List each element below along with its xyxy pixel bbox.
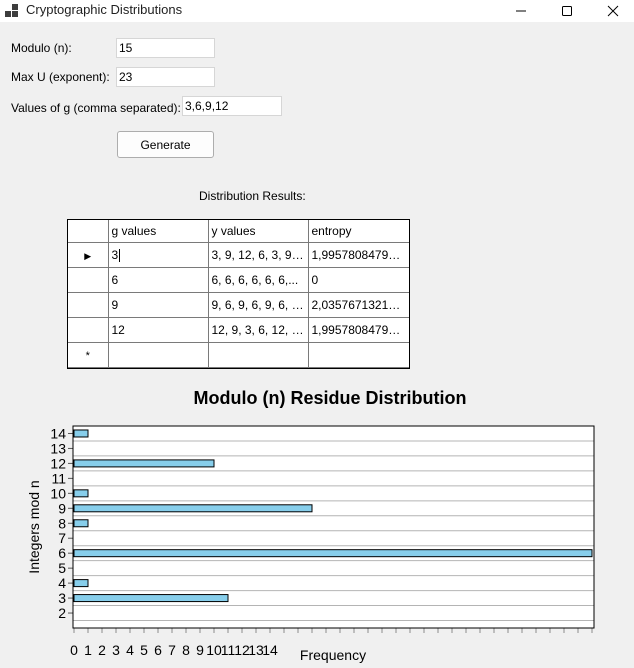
y-values-cell[interactable]: 9, 6, 9, 6, 9, 6, 9,... bbox=[207, 292, 309, 318]
y-tick-label-8: 8 bbox=[58, 515, 66, 531]
x-tick-label-5: 5 bbox=[140, 642, 148, 658]
x-tick-label-9: 9 bbox=[196, 642, 204, 658]
new-row-header[interactable]: * bbox=[68, 342, 109, 368]
bar-9 bbox=[73, 504, 313, 513]
modulo-label: Modulo (n): bbox=[11, 41, 72, 55]
g-value-cell[interactable] bbox=[107, 342, 209, 368]
y-tick-label-12: 12 bbox=[50, 455, 66, 471]
y-tick-label-2: 2 bbox=[58, 605, 66, 621]
entropy-cell[interactable]: 1,995780847908... bbox=[307, 317, 409, 343]
y-values-cell[interactable]: 12, 9, 3, 6, 12, 9,... bbox=[207, 317, 309, 343]
g-value-cell[interactable]: 6 bbox=[107, 267, 209, 293]
main-form: Modulo (n): Max U (exponent): Values of … bbox=[0, 22, 634, 668]
window-title: Cryptographic Distributions bbox=[26, 2, 183, 17]
x-tick-label-14: 14 bbox=[262, 642, 278, 658]
table-row[interactable]: 12 12, 9, 3, 6, 12, 9,... 1,995780847908… bbox=[68, 317, 409, 343]
table-row[interactable]: ▶ 3 3, 9, 12, 6, 3, 9, ... 1,99578084790… bbox=[68, 242, 409, 268]
minimize-button[interactable] bbox=[498, 0, 544, 22]
row-header[interactable] bbox=[68, 317, 109, 343]
entropy-cell[interactable]: 1,995780847908... bbox=[307, 242, 409, 268]
g-values-input[interactable] bbox=[182, 96, 282, 116]
x-axis-label: Frequency bbox=[300, 647, 366, 663]
y-tick-label-5: 5 bbox=[58, 560, 66, 576]
bar-14 bbox=[73, 429, 89, 438]
generate-button[interactable]: Generate bbox=[117, 131, 214, 158]
current-row-icon: ▶ bbox=[84, 251, 92, 261]
column-header-g-values[interactable]: g values bbox=[107, 220, 209, 243]
residue-chart: Modulo (n) Residue Distribution 2 3 4 5 6 7 8 9 1… bbox=[0, 378, 634, 668]
results-label: Distribution Results: bbox=[199, 189, 306, 203]
row-header[interactable] bbox=[68, 292, 109, 318]
minimize-icon bbox=[516, 10, 526, 12]
x-tick-label-10: 10 bbox=[206, 642, 222, 658]
x-tick-label-4: 4 bbox=[126, 642, 134, 658]
x-tick-label-0: 0 bbox=[70, 642, 78, 658]
app-icon bbox=[5, 4, 19, 18]
maximize-icon bbox=[562, 6, 572, 16]
row-header[interactable] bbox=[68, 267, 109, 293]
maximize-button[interactable] bbox=[544, 0, 590, 22]
close-button[interactable] bbox=[590, 0, 634, 22]
y-tick-label-9: 9 bbox=[58, 500, 66, 516]
y-tick-label-3: 3 bbox=[58, 590, 66, 606]
entropy-cell[interactable] bbox=[307, 342, 409, 368]
chart-svg: Modulo (n) Residue Distribution234567891… bbox=[26, 388, 595, 663]
bar-3 bbox=[73, 594, 229, 603]
modulo-input[interactable] bbox=[116, 38, 215, 58]
y-tick-label-10: 10 bbox=[50, 485, 66, 501]
chart-title: Modulo (n) Residue Distribution bbox=[194, 388, 467, 408]
bar-4 bbox=[73, 579, 89, 588]
grid-corner-header[interactable] bbox=[68, 220, 109, 243]
y-tick-label-13: 13 bbox=[50, 440, 66, 456]
g-value-cell[interactable]: 9 bbox=[107, 292, 209, 318]
table-row[interactable]: 6 6, 6, 6, 6, 6, 6,... 0 bbox=[68, 267, 409, 293]
x-tick-label-8: 8 bbox=[182, 642, 190, 658]
max-u-input[interactable] bbox=[116, 67, 215, 87]
g-values-label: Values of g (comma separated): bbox=[11, 101, 181, 115]
x-tick-label-2: 2 bbox=[98, 642, 106, 658]
x-tick-label-1: 1 bbox=[84, 642, 92, 658]
column-header-entropy[interactable]: entropy bbox=[307, 220, 409, 243]
y-tick-label-4: 4 bbox=[58, 575, 66, 591]
max-u-label: Max U (exponent): bbox=[11, 70, 110, 84]
y-values-cell[interactable]: 3, 9, 12, 6, 3, 9, ... bbox=[207, 242, 309, 268]
entropy-cell[interactable]: 2,035767132192... bbox=[307, 292, 409, 318]
title-bar: Cryptographic Distributions bbox=[0, 0, 634, 22]
y-tick-label-11: 11 bbox=[51, 470, 66, 486]
new-row-icon: * bbox=[85, 350, 90, 362]
y-tick-label-7: 7 bbox=[58, 530, 66, 546]
x-tick-label-7: 7 bbox=[168, 642, 176, 658]
bar-12 bbox=[73, 459, 215, 468]
g-value-cell[interactable]: 12 bbox=[107, 317, 209, 343]
results-grid[interactable]: g values y values entropy ▶ 3 3, 9, 12, … bbox=[67, 219, 410, 369]
close-icon bbox=[607, 5, 619, 17]
table-row[interactable]: 9 9, 6, 9, 6, 9, 6, 9,... 2,035767132192… bbox=[68, 292, 409, 318]
y-values-cell[interactable] bbox=[207, 342, 309, 368]
y-axis-label: Integers mod n bbox=[26, 480, 42, 573]
bar-10 bbox=[73, 489, 89, 498]
bar-8 bbox=[73, 519, 89, 528]
y-values-cell[interactable]: 6, 6, 6, 6, 6, 6,... bbox=[207, 267, 309, 293]
grid-header-row: g values y values entropy bbox=[68, 220, 409, 243]
y-tick-label-6: 6 bbox=[58, 545, 66, 561]
new-row[interactable]: * bbox=[68, 342, 409, 368]
row-header[interactable]: ▶ bbox=[68, 242, 109, 268]
y-tick-label-14: 14 bbox=[50, 425, 66, 441]
g-value-cell[interactable]: 3 bbox=[107, 242, 209, 268]
text-caret bbox=[119, 249, 121, 263]
column-header-y-values[interactable]: y values bbox=[207, 220, 309, 243]
bar-6 bbox=[73, 549, 593, 558]
x-tick-label-6: 6 bbox=[154, 642, 162, 658]
x-tick-label-3: 3 bbox=[112, 642, 120, 658]
entropy-cell[interactable]: 0 bbox=[307, 267, 409, 293]
